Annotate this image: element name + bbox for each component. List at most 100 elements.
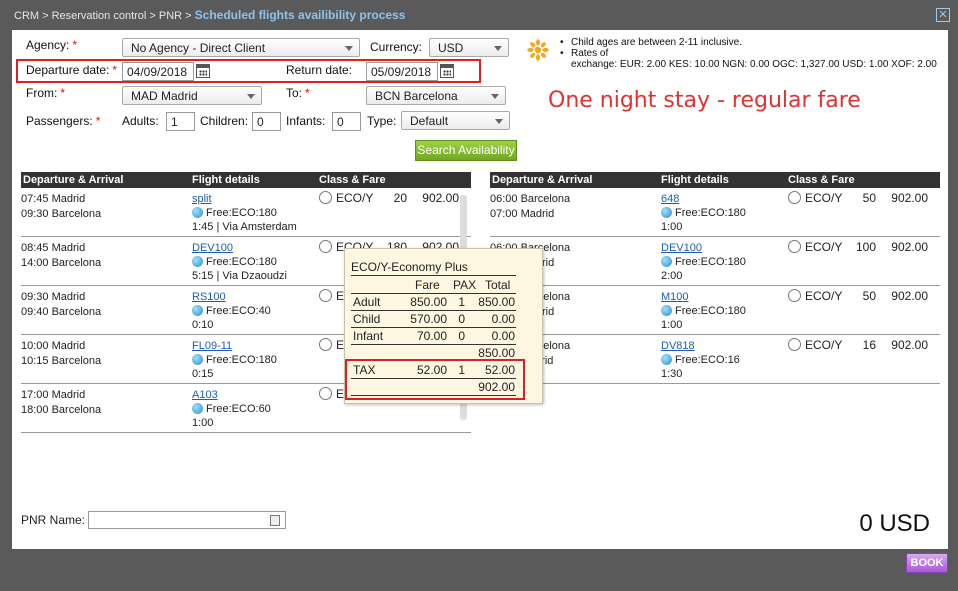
departure-arrival: 08:45 Madrid 14:00 Barcelona (21, 241, 101, 271)
chevron-down-icon (494, 46, 502, 51)
globe-icon (192, 403, 203, 414)
free-seats: Free:ECO:180 (675, 305, 746, 317)
flight-details: DEV100 Free:ECO:180 5:15 | Via Dzaoudzi (192, 241, 287, 283)
departure-arrival: 06:00 Barcelona 07:00 Madrid (490, 192, 570, 222)
annotation-text: One night stay - regular fare (548, 88, 861, 113)
class-code: ECO/Y (336, 191, 374, 205)
calendar-icon[interactable] (440, 64, 454, 78)
duration: 1:00 (661, 319, 683, 331)
currency-value: USD (438, 41, 464, 55)
info-rates: exchange: EUR: 2.00 KES: 10.00 NGN: 0.00… (571, 59, 937, 70)
fare-radio[interactable] (788, 191, 801, 204)
agency-label: Agency: * (26, 38, 78, 52)
fare-class-title: ECO/Y-Economy Plus (351, 260, 516, 276)
free-seats: Free:ECO:180 (675, 256, 746, 268)
availability-dialog: Agency: * No Agency - Direct Client Curre… (12, 30, 948, 549)
adults-label: Adults: (122, 114, 159, 128)
to-select[interactable]: BCN Barcelona (366, 86, 506, 105)
header-class: Class & Fare (319, 174, 386, 186)
flight-number-link[interactable]: M100 (661, 291, 689, 303)
passengers-label: Passengers: * (26, 114, 101, 128)
calendar-icon[interactable] (196, 64, 210, 78)
from-select[interactable]: MAD Madrid (122, 86, 262, 105)
to-label: To: * (286, 86, 310, 100)
fare-row-fare: 570.00 (410, 312, 447, 326)
flight-details: M100 Free:ECO:180 1:00 (661, 290, 746, 332)
flight-number-link[interactable]: A103 (192, 389, 218, 401)
fare-row-total: 0.00 (491, 329, 515, 343)
seats-count: 16 (862, 338, 876, 352)
fare-radio[interactable] (319, 338, 332, 351)
from-label: From: * (26, 86, 66, 100)
fare-amount: 902.00 (422, 191, 459, 205)
return-date-input[interactable]: 05/09/2018 (366, 62, 438, 81)
class-fare: ECO/Y 20 902.00 (319, 191, 459, 205)
class-fare: ECO/Y 100 902.00 (788, 240, 928, 254)
type-label: Type: (367, 114, 397, 128)
header-departure: Departure & Arrival (23, 174, 124, 186)
tax-highlight (345, 359, 525, 400)
departure-time: 07:45 Madrid (21, 193, 86, 205)
free-seats: Free:ECO:16 (675, 354, 740, 366)
fare-row-pax: 0 (458, 312, 465, 326)
flight-number-link[interactable]: FL09-11 (192, 340, 232, 352)
fare-radio[interactable] (319, 191, 332, 204)
fare-row-pax: 0 (458, 329, 465, 343)
fare-row-pax: 1 (458, 295, 465, 309)
infants-input[interactable]: 0 (332, 112, 361, 131)
chevron-down-icon (491, 94, 499, 99)
globe-icon (192, 207, 203, 218)
flight-number-link[interactable]: DEV100 (192, 242, 233, 254)
fare-amount: 902.00 (891, 289, 928, 303)
arrival-time: 10:15 Barcelona (21, 355, 102, 367)
class-code: ECO/Y (805, 289, 843, 303)
departure-date-input[interactable]: 04/09/2018 (122, 62, 194, 81)
flight-details: 648 Free:ECO:180 1:00 (661, 192, 746, 234)
agency-select[interactable]: No Agency - Direct Client (122, 38, 360, 57)
currency-select[interactable]: USD (429, 38, 509, 57)
departure-arrival: 10:00 Madrid 10:15 Barcelona (21, 339, 101, 369)
departure-arrival: 17:00 Madrid 18:00 Barcelona (21, 388, 101, 418)
fare-radio[interactable] (788, 289, 801, 302)
type-value: Default (410, 114, 449, 128)
class-fare: ECO/Y 50 902.00 (788, 191, 928, 205)
search-availability-button[interactable]: Search Availability (415, 140, 517, 161)
close-icon[interactable]: ✕ (936, 8, 950, 22)
seats-count: 50 (862, 191, 876, 205)
info-rates-label: Rates of (560, 48, 937, 59)
breadcrumb-current: Scheduled flights availibility process (194, 8, 406, 22)
free-seats: Free:ECO:40 (206, 305, 271, 317)
flight-number-link[interactable]: DEV100 (661, 242, 702, 254)
fare-radio[interactable] (788, 338, 801, 351)
flight-number-link[interactable]: DV818 (661, 340, 695, 352)
duration: 1:00 (192, 417, 214, 429)
adults-input[interactable]: 1 (166, 112, 195, 131)
children-input[interactable]: 0 (252, 112, 281, 131)
class-fare: ECO/Y 50 902.00 (788, 289, 928, 303)
table-header: Departure & Arrival Flight details Class… (490, 172, 940, 188)
fare-radio[interactable] (319, 387, 332, 400)
fare-radio[interactable] (319, 240, 332, 253)
contact-card-icon[interactable] (270, 515, 280, 526)
departure-label: Departure date: * (26, 63, 118, 77)
duration: 1:00 (661, 221, 683, 233)
fare-radio[interactable] (319, 289, 332, 302)
flight-number-link[interactable]: 648 (661, 193, 679, 205)
fare-header-row: Fare PAX Total (351, 277, 516, 294)
flight-row: 06:00 Barcelona08:00 MadridDEV100Free:EC… (490, 237, 940, 286)
flight-number-link[interactable]: RS100 (192, 291, 226, 303)
departure-arrival: 07:45 Madrid 09:30 Barcelona (21, 192, 101, 222)
info-notes: Child ages are between 2-11 inclusive. R… (560, 37, 937, 70)
globe-icon (661, 256, 672, 267)
globe-icon (661, 354, 672, 365)
book-button[interactable]: BOOK (906, 553, 948, 573)
flight-number-link[interactable]: split (192, 193, 212, 205)
free-seats: Free:ECO:60 (206, 403, 271, 415)
fare-row-adult: Adult 850.00 1 850.00 (351, 294, 516, 311)
fare-radio[interactable] (788, 240, 801, 253)
fare-row-label: Infant (353, 329, 384, 343)
flight-details: split Free:ECO:180 1:45 | Via Amsterdam (192, 192, 297, 234)
globe-icon (661, 207, 672, 218)
pnr-name-input[interactable] (88, 511, 286, 529)
type-select[interactable]: Default (401, 111, 510, 130)
